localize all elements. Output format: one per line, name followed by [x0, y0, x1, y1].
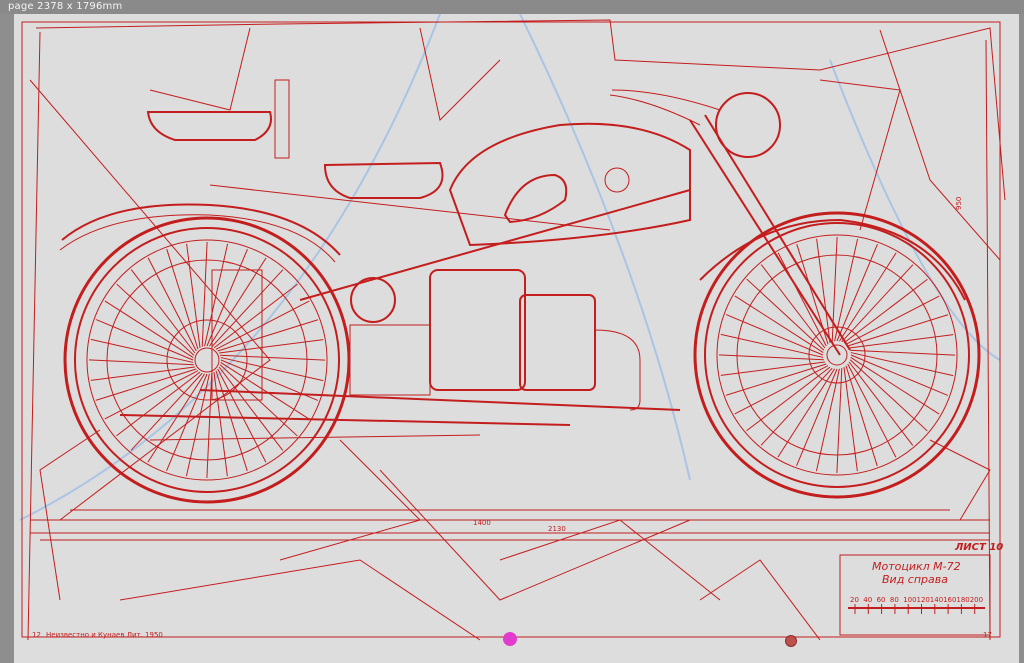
- guide-arcs: [19, 14, 1001, 521]
- dim-overall-length: 2130: [548, 525, 566, 533]
- scale-tick-label: 40: [863, 596, 872, 604]
- scale-tick-label: 80: [890, 596, 899, 604]
- scale-tick-label: 160: [943, 596, 956, 604]
- rear-wheel: [63, 216, 351, 504]
- sheet-tag: ЛИСТ 10: [954, 542, 1003, 553]
- scale-tick-label: 180: [956, 596, 969, 604]
- title-strip: [0, 0, 1024, 14]
- footer-left-text: Неизвестно и Кунаев Лит. 1950: [46, 631, 163, 639]
- scale-tick-label: 200: [970, 596, 983, 604]
- footer-right-number: 17: [983, 631, 992, 639]
- scale-labels: 20 40 60 80 100 120 140 160 180 200: [850, 596, 983, 604]
- drawing-subtitle: Вид справа: [882, 573, 948, 586]
- scale-tick-label: 20: [850, 596, 859, 604]
- front-wheel: [693, 211, 981, 499]
- footer-left-number: 12: [32, 631, 41, 639]
- scale-tick-label: 120: [917, 596, 930, 604]
- secondary-drag-handle[interactable]: [785, 635, 797, 647]
- dim-height: 950: [955, 197, 963, 210]
- motorcycle-blueprint: 1400 2130 950 ЛИСТ 10 Мотоцикл М-72 Вид …: [19, 14, 1006, 641]
- drawing-title: Мотоцикл М-72: [872, 560, 961, 573]
- line-work: [21, 19, 1006, 641]
- scale-tick-label: 100: [903, 596, 916, 604]
- dim-wheelbase: 1400: [473, 519, 491, 527]
- page-size-label: page 2378 x 1796mm: [8, 1, 123, 12]
- scale-tick-label: 60: [877, 596, 886, 604]
- scale-tick-label: 140: [930, 596, 943, 604]
- drawing-canvas[interactable]: 1400 2130 950 ЛИСТ 10 Мотоцикл М-72 Вид …: [14, 14, 1019, 663]
- active-drag-handle[interactable]: [503, 632, 517, 646]
